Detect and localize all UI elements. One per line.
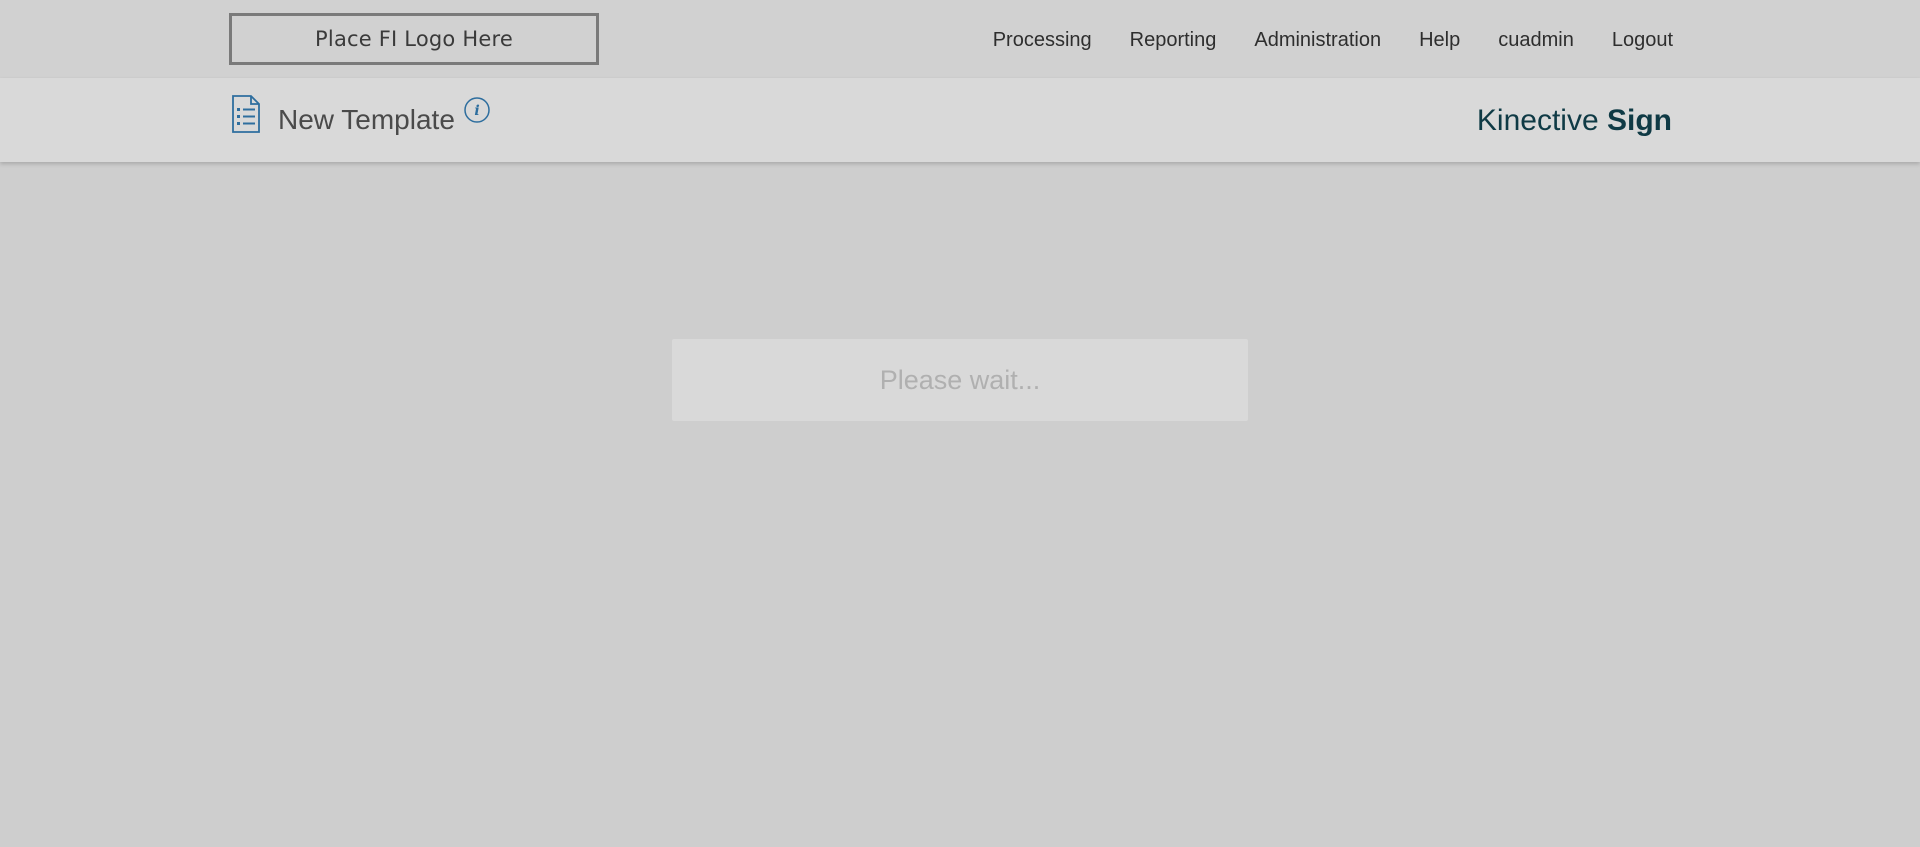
loading-message: Please wait... <box>879 364 1041 395</box>
svg-text:i: i <box>474 103 479 119</box>
page-title: New Template <box>278 104 455 135</box>
brand-name-light: Kinective <box>1476 104 1599 137</box>
document-list-icon <box>232 95 260 133</box>
nav-processing[interactable]: Processing <box>993 29 1092 52</box>
fi-logo-placeholder[interactable]: Place FI Logo Here <box>229 13 599 65</box>
loading-panel: Please wait... <box>672 339 1248 421</box>
nav-logout[interactable]: Logout <box>1612 29 1673 52</box>
nav-administration[interactable]: Administration <box>1254 29 1381 52</box>
info-icon[interactable]: i <box>463 96 491 124</box>
top-bar: Place FI Logo Here Processing Reporting … <box>0 0 1920 78</box>
nav-user-cuadmin[interactable]: cuadmin <box>1498 29 1574 52</box>
nav-help[interactable]: Help <box>1419 29 1460 52</box>
nav-reporting[interactable]: Reporting <box>1130 29 1217 52</box>
page-header-bar: New Template i Kinective Sign <box>0 78 1920 162</box>
brand-logo: Kinective Sign <box>1477 104 1672 138</box>
brand-name-bold: Sign <box>1607 104 1672 137</box>
main-nav: Processing Reporting Administration Help… <box>955 29 1673 52</box>
